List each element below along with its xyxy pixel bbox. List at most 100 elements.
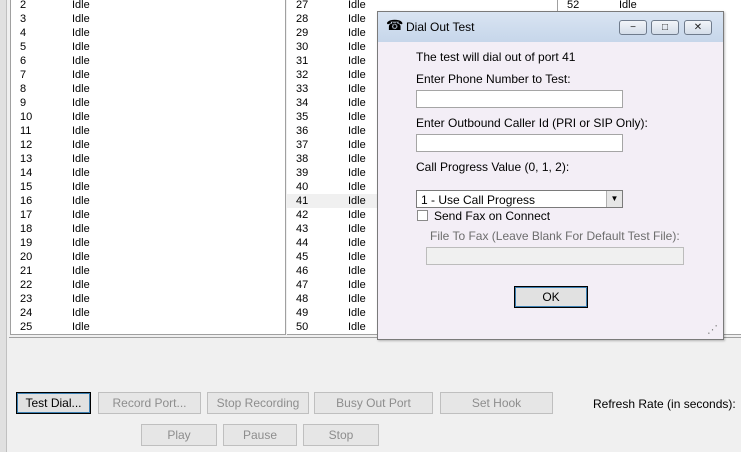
stop-button[interactable]: Stop	[303, 424, 379, 446]
port-status: Idle	[72, 223, 90, 235]
port-number: 9	[20, 97, 27, 109]
port-number: 20	[20, 251, 33, 263]
port-row[interactable]: 6 Idle	[11, 54, 285, 68]
port-row[interactable]: 21 Idle	[11, 264, 285, 278]
port-row[interactable]: 22 Idle	[11, 278, 285, 292]
port-number: 34	[296, 97, 309, 109]
port-number: 38	[296, 153, 309, 165]
port-status: Idle	[72, 195, 90, 207]
port-row[interactable]: 4 Idle	[11, 26, 285, 40]
port-row[interactable]: 7 Idle	[11, 68, 285, 82]
port-number: 13	[20, 153, 33, 165]
send-fax-checkbox[interactable]	[417, 210, 428, 221]
fax-file-input[interactable]	[426, 247, 684, 265]
test-dial-button[interactable]: Test Dial...	[16, 392, 91, 414]
port-number: 10	[20, 111, 33, 123]
port-status: Idle	[72, 167, 90, 179]
port-row[interactable]: 16 Idle	[11, 194, 285, 208]
phone-number-input[interactable]	[416, 90, 623, 108]
port-status: Idle	[348, 307, 366, 319]
port-status: Idle	[348, 209, 366, 221]
port-list-column-1: 2 Idle 3 Idle 4 Idle 5 Idle 6 Idle 7 Idle 8 Idle 9 Idle…	[10, 0, 286, 335]
pause-button[interactable]: Pause	[223, 424, 297, 446]
set-hook-button[interactable]: Set Hook	[440, 392, 553, 414]
port-number: 17	[20, 209, 33, 221]
port-status: Idle	[72, 83, 90, 95]
refresh-rate-label: Refresh Rate (in seconds):	[593, 397, 736, 411]
port-row[interactable]: 11 Idle	[11, 124, 285, 138]
port-row[interactable]: 23 Idle	[11, 292, 285, 306]
port-status: Idle	[72, 55, 90, 67]
call-progress-selected: 1 - Use Call Progress	[421, 193, 536, 207]
maximize-icon[interactable]: □	[651, 20, 679, 35]
port-status: Idle	[72, 307, 90, 319]
phone-number-label: Enter Phone Number to Test:	[416, 72, 571, 86]
port-status: Idle	[348, 97, 366, 109]
port-row[interactable]: 5 Idle	[11, 40, 285, 54]
port-number: 41	[296, 195, 309, 207]
port-status: Idle	[72, 209, 90, 221]
dial-out-test-dialog: ☎ Dial Out Test − □ ✕ The test will dial…	[377, 11, 724, 340]
record-port-button[interactable]: Record Port...	[98, 392, 201, 414]
call-progress-select[interactable]: 1 - Use Call Progress ▼	[416, 190, 623, 208]
left-scrollbar[interactable]	[0, 0, 7, 452]
port-status: Idle	[72, 265, 90, 277]
port-status: Idle	[348, 111, 366, 123]
port-number: 14	[20, 167, 33, 179]
port-row[interactable]: 19 Idle	[11, 236, 285, 250]
port-row[interactable]: 9 Idle	[11, 96, 285, 110]
chevron-down-icon[interactable]: ▼	[606, 191, 622, 207]
port-status: Idle	[348, 55, 366, 67]
port-row[interactable]: 2 Idle	[11, 0, 285, 12]
port-number: 12	[20, 139, 33, 151]
dialog-title-bar[interactable]: ☎ Dial Out Test − □ ✕	[378, 12, 723, 42]
caller-id-input[interactable]	[416, 134, 623, 152]
port-status: Idle	[72, 13, 90, 25]
port-status: Idle	[72, 251, 90, 263]
port-status: Idle	[348, 293, 366, 305]
port-status: Idle	[72, 237, 90, 249]
port-number: 30	[296, 41, 309, 53]
port-number: 18	[20, 223, 33, 235]
port-status: Idle	[72, 27, 90, 39]
port-row[interactable]: 15 Idle	[11, 180, 285, 194]
port-number: 35	[296, 111, 309, 123]
port-number: 33	[296, 83, 309, 95]
port-number: 7	[20, 69, 27, 81]
dialog-title: Dial Out Test	[406, 20, 475, 34]
port-row[interactable]: 13 Idle	[11, 152, 285, 166]
port-status: Idle	[348, 83, 366, 95]
minimize-icon[interactable]: −	[619, 20, 647, 35]
port-status: Idle	[72, 41, 90, 53]
close-icon[interactable]: ✕	[684, 20, 712, 35]
stop-recording-button[interactable]: Stop Recording	[207, 392, 309, 414]
port-row[interactable]: 14 Idle	[11, 166, 285, 180]
port-number: 32	[296, 69, 309, 81]
port-row[interactable]: 20 Idle	[11, 250, 285, 264]
port-status: Idle	[72, 293, 90, 305]
call-progress-label: Call Progress Value (0, 1, 2):	[416, 160, 570, 174]
port-row[interactable]: 24 Idle	[11, 306, 285, 320]
port-status: Idle	[72, 69, 90, 81]
port-status: Idle	[348, 167, 366, 179]
port-number: 19	[20, 237, 33, 249]
port-row[interactable]: 10 Idle	[11, 110, 285, 124]
ok-button[interactable]: OK	[514, 286, 588, 308]
busy-out-port-button[interactable]: Busy Out Port	[314, 392, 433, 414]
port-number: 46	[296, 265, 309, 277]
port-status: Idle	[348, 251, 366, 263]
port-row[interactable]: 8 Idle	[11, 82, 285, 96]
port-number: 39	[296, 167, 309, 179]
port-row[interactable]: 25 Idle	[11, 320, 285, 334]
port-status: Idle	[348, 195, 366, 207]
port-row[interactable]: 17 Idle	[11, 208, 285, 222]
port-number: 22	[20, 279, 33, 291]
port-row[interactable]: 3 Idle	[11, 12, 285, 26]
resize-grip-icon[interactable]: ⋰	[707, 325, 718, 336]
port-number: 4	[20, 27, 27, 39]
play-button[interactable]: Play	[141, 424, 217, 446]
port-row[interactable]: 18 Idle	[11, 222, 285, 236]
port-number: 15	[20, 181, 33, 193]
port-status: Idle	[348, 139, 366, 151]
port-row[interactable]: 12 Idle	[11, 138, 285, 152]
